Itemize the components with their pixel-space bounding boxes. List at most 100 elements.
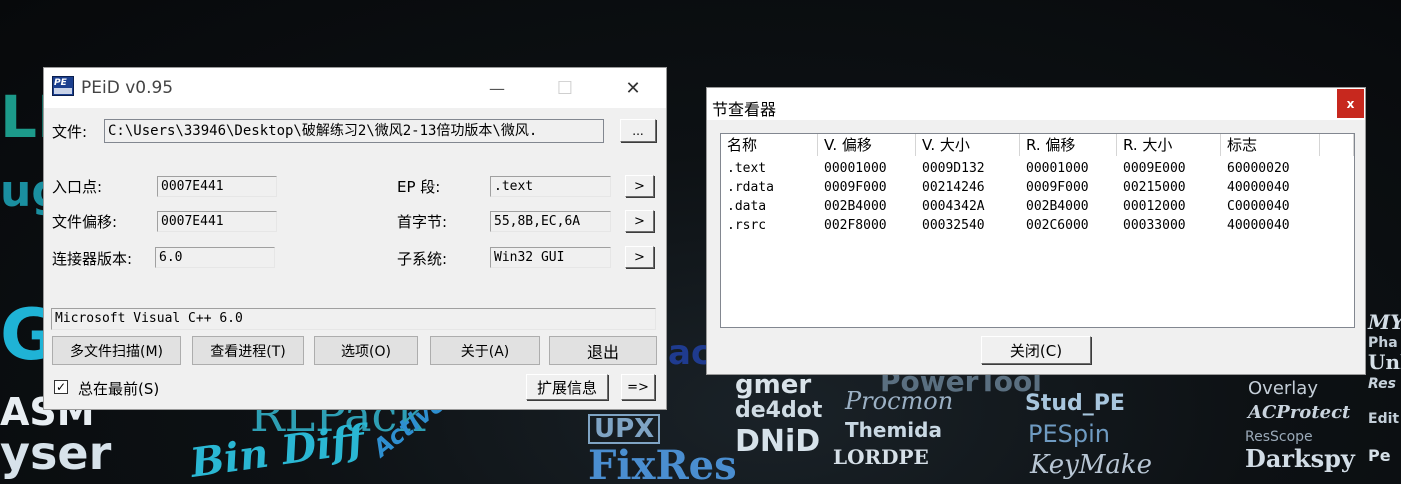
wallpaper-word: Themida — [845, 418, 942, 442]
file-label: 文件: — [52, 123, 88, 141]
cell-v-size: 0004342A — [922, 199, 985, 214]
cell-v-size: 0009D132 — [922, 161, 985, 176]
wallpaper-word: yser — [0, 426, 112, 480]
section-viewer-window: 节查看器 x 名称 V. 偏移 V. 大小 R. 偏移 R. 大小 标志 .te… — [706, 87, 1366, 375]
plugins-button[interactable]: 扩展信息 — [526, 374, 608, 400]
linker-version-field[interactable]: 6.0 — [155, 247, 275, 268]
cell-v-offset: 002F8000 — [824, 218, 887, 233]
wallpaper-word: DNiD — [735, 424, 821, 459]
section-viewer-title: 节查看器 — [712, 100, 777, 119]
ep-section-label: EP 段: — [397, 178, 441, 196]
cell-v-offset: 0009F000 — [824, 180, 887, 195]
wallpaper-word: MY — [1368, 310, 1401, 334]
cell-r-size: 00012000 — [1123, 199, 1186, 214]
wallpaper-word: gmer — [735, 370, 812, 400]
first-bytes-arrow-button[interactable]: > — [625, 210, 654, 232]
ep-section-arrow-button[interactable]: > — [625, 175, 654, 197]
cell-v-size: 00214246 — [922, 180, 985, 195]
column-header-flags[interactable]: 标志 — [1221, 134, 1320, 156]
file-offset-field[interactable]: 0007E441 — [157, 211, 277, 232]
wallpaper-word: ac — [668, 333, 712, 373]
peid-window: PE PEiD v0.95 — ☐ ✕ 文件: C:\Users\33946\D… — [43, 67, 667, 410]
cell-name: .rdata — [727, 180, 774, 195]
multi-scan-button[interactable]: 多文件扫描(M) — [52, 336, 181, 365]
cell-r-offset: 002C6000 — [1026, 218, 1089, 233]
wallpaper-word: Stud_PE — [1025, 391, 1125, 416]
wallpaper-word: ACProtect — [1248, 402, 1351, 423]
wallpaper-word: Edit — [1368, 411, 1400, 427]
always-on-top-checkbox[interactable]: ✓ — [54, 380, 68, 394]
section-list-header: 名称 V. 偏移 V. 大小 R. 偏移 R. 大小 标志 — [721, 134, 1354, 156]
file-offset-label: 文件偏移: — [52, 213, 118, 231]
options-button[interactable]: 选项(O) — [314, 336, 418, 365]
linker-version-label: 连接器版本: — [52, 250, 133, 268]
close-icon[interactable]: x — [1337, 89, 1364, 118]
wallpaper-word: Overlay — [1248, 378, 1318, 399]
table-row[interactable]: .rsrc 002F8000 00032540 002C6000 0003300… — [721, 216, 1320, 235]
column-header-name[interactable]: 名称 — [721, 134, 818, 156]
column-header-spacer — [1320, 134, 1354, 156]
close-button[interactable]: ✕ — [610, 74, 656, 102]
section-viewer-titlebar[interactable]: 节查看器 x — [707, 88, 1365, 120]
subsystem-label: 子系统: — [397, 250, 448, 268]
file-path-field[interactable]: C:\Users\33946\Desktop\破解练习2\微风2-13倍功版本\… — [104, 119, 604, 143]
cell-r-size: 0009E000 — [1123, 161, 1186, 176]
always-on-top-label: 总在最前(S) — [78, 380, 160, 398]
browse-button[interactable]: ... — [620, 119, 656, 142]
cell-name: .data — [727, 199, 767, 214]
cell-r-offset: 0009F000 — [1026, 180, 1089, 195]
close-section-viewer-button[interactable]: 关闭(C) — [981, 336, 1091, 364]
wallpaper-word: Res — [1368, 376, 1396, 392]
cell-r-offset: 00001000 — [1026, 161, 1089, 176]
first-bytes-label: 首字节: — [397, 213, 448, 231]
subsystem-arrow-button[interactable]: > — [625, 246, 654, 268]
wallpaper-word: KeyMake — [1030, 450, 1153, 480]
column-header-r-offset[interactable]: R. 偏移 — [1020, 134, 1117, 156]
wallpaper-word: Bin Diff — [187, 416, 368, 484]
detection-result-field[interactable]: Microsoft Visual C++ 6.0 — [51, 308, 656, 330]
cell-name: .text — [727, 161, 767, 176]
column-header-v-size[interactable]: V. 大小 — [916, 134, 1020, 156]
wallpaper-word: LORDPE — [833, 445, 929, 469]
wallpaper-word: Darkspy — [1245, 444, 1355, 473]
exit-button[interactable]: 退出 — [549, 336, 657, 365]
wallpaper-word: UPX — [588, 414, 661, 444]
table-row[interactable]: .text 00001000 0009D132 00001000 0009E00… — [721, 159, 1320, 178]
minimize-button[interactable]: — — [474, 74, 520, 102]
cell-r-size: 00033000 — [1123, 218, 1186, 233]
cell-flags: 60000020 — [1227, 161, 1290, 176]
wallpaper-word: Pha — [1368, 335, 1398, 351]
about-button[interactable]: 关于(A) — [430, 336, 540, 365]
ep-section-field[interactable]: .text — [490, 176, 611, 197]
subsystem-field[interactable]: Win32 GUI — [490, 247, 611, 268]
first-bytes-field[interactable]: 55,8B,EC,6A — [490, 211, 611, 232]
wallpaper-word: Unl — [1368, 350, 1401, 374]
cell-flags: 40000040 — [1227, 218, 1290, 233]
entry-point-field[interactable]: 0007E441 — [157, 176, 277, 197]
task-viewer-button[interactable]: 查看进程(T) — [192, 336, 304, 365]
peid-titlebar[interactable]: PE PEiD v0.95 — ☐ ✕ — [44, 68, 666, 108]
entry-point-label: 入口点: — [52, 178, 103, 196]
section-list[interactable]: 名称 V. 偏移 V. 大小 R. 偏移 R. 大小 标志 .text 0000… — [720, 133, 1355, 328]
wallpaper-word: Pe — [1368, 446, 1391, 465]
peid-app-icon: PE — [52, 76, 74, 96]
wallpaper-word: PESpin — [1028, 420, 1110, 448]
cell-flags: 40000040 — [1227, 180, 1290, 195]
wallpaper-word: de4dot — [735, 398, 823, 423]
cell-name: .rsrc — [727, 218, 767, 233]
wallpaper-word: ResScope — [1245, 429, 1313, 445]
column-header-v-offset[interactable]: V. 偏移 — [818, 134, 916, 156]
more-button[interactable]: => — [621, 374, 655, 400]
cell-r-size: 00215000 — [1123, 180, 1186, 195]
table-row[interactable]: .rdata 0009F000 00214246 0009F000 002150… — [721, 178, 1320, 197]
cell-flags: C0000040 — [1227, 199, 1290, 214]
window-title: PEiD v0.95 — [81, 78, 174, 98]
cell-v-offset: 002B4000 — [824, 199, 887, 214]
column-header-r-size[interactable]: R. 大小 — [1117, 134, 1221, 156]
cell-r-offset: 002B4000 — [1026, 199, 1089, 214]
cell-v-size: 00032540 — [922, 218, 985, 233]
table-row[interactable]: .data 002B4000 0004342A 002B4000 0001200… — [721, 197, 1320, 216]
cell-v-offset: 00001000 — [824, 161, 887, 176]
maximize-button[interactable]: ☐ — [542, 74, 588, 102]
wallpaper-word: FixRes — [588, 442, 737, 484]
